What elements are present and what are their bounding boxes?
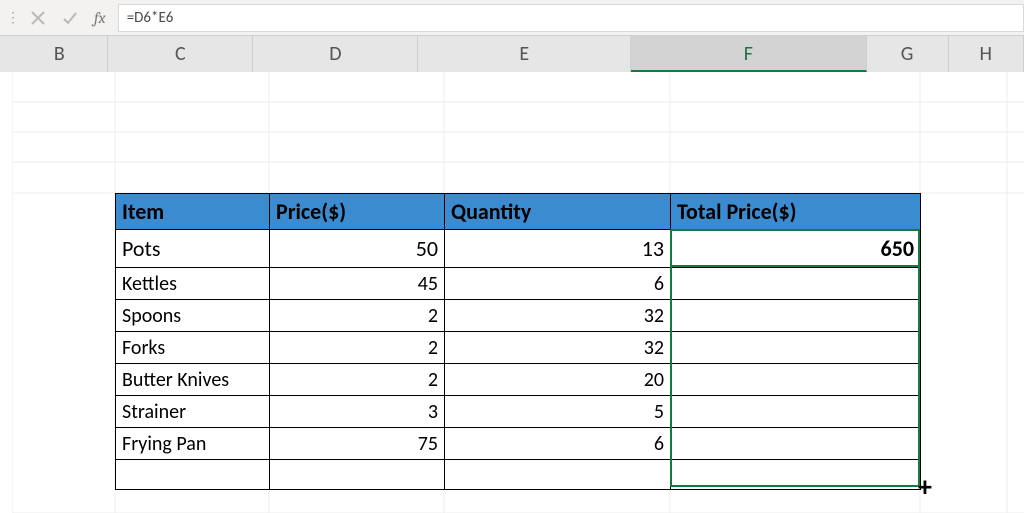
cell-item[interactable] xyxy=(116,460,270,490)
cell-price[interactable]: 50 xyxy=(270,230,445,268)
formula-bar: ⋮ fx =D6*E6 xyxy=(0,0,1024,36)
table-row: Forks 2 32 xyxy=(116,332,921,364)
table-row: Butter Knives 2 20 xyxy=(116,364,921,396)
cell-total[interactable] xyxy=(671,268,921,300)
formula-text: =D6*E6 xyxy=(127,9,174,27)
cell-price[interactable]: 3 xyxy=(270,396,445,428)
table-row: Spoons 2 32 xyxy=(116,300,921,332)
cell-qty[interactable]: 32 xyxy=(445,332,671,364)
cell-qty[interactable] xyxy=(445,460,671,490)
cell-qty[interactable]: 20 xyxy=(445,364,671,396)
table-row: Kettles 45 6 xyxy=(116,268,921,300)
column-header-f[interactable]: F xyxy=(631,36,866,72)
cell-total[interactable] xyxy=(671,332,921,364)
cell-qty[interactable]: 5 xyxy=(445,396,671,428)
check-icon xyxy=(62,10,78,26)
cell-price[interactable] xyxy=(270,460,445,490)
table-row xyxy=(116,460,921,490)
cell-qty[interactable]: 32 xyxy=(445,300,671,332)
data-table: Item Price($) Quantity Total Price($) Po… xyxy=(115,193,921,490)
formula-bar-options-icon[interactable]: ⋮ xyxy=(4,5,22,31)
close-icon xyxy=(30,10,46,26)
header-qty[interactable]: Quantity xyxy=(445,194,671,230)
cell-item[interactable]: Kettles xyxy=(116,268,270,300)
column-headers: B C D E F G H xyxy=(0,36,1024,73)
cell-total[interactable] xyxy=(671,460,921,490)
column-header-g[interactable]: G xyxy=(867,36,949,72)
insert-function-button[interactable]: fx xyxy=(86,9,118,27)
cell-total[interactable] xyxy=(671,300,921,332)
column-header-d[interactable]: D xyxy=(253,36,418,72)
cancel-entry-button[interactable] xyxy=(22,5,54,31)
fx-label: fx xyxy=(94,9,106,27)
row-header-spacer xyxy=(0,36,11,72)
formula-input[interactable]: =D6*E6 xyxy=(118,4,1024,32)
header-item[interactable]: Item xyxy=(116,194,270,230)
header-price[interactable]: Price($) xyxy=(270,194,445,230)
cell-item[interactable]: Spoons xyxy=(116,300,270,332)
cell-item[interactable]: Frying Pan xyxy=(116,428,270,460)
table-header-row: Item Price($) Quantity Total Price($) xyxy=(116,194,921,230)
cell-price[interactable]: 2 xyxy=(270,332,445,364)
cell-qty[interactable]: 13 xyxy=(445,230,671,268)
table-row: Strainer 3 5 xyxy=(116,396,921,428)
table-row: Pots 50 13 650 xyxy=(116,230,921,268)
cell-price[interactable]: 45 xyxy=(270,268,445,300)
cell-qty[interactable]: 6 xyxy=(445,268,671,300)
column-header-e[interactable]: E xyxy=(418,36,631,72)
cell-item[interactable]: Strainer xyxy=(116,396,270,428)
cell-price[interactable]: 2 xyxy=(270,300,445,332)
cell-price[interactable]: 75 xyxy=(270,428,445,460)
table-row: Frying Pan 75 6 xyxy=(116,428,921,460)
column-header-c[interactable]: C xyxy=(108,36,253,72)
column-header-h[interactable]: H xyxy=(949,36,1024,72)
cell-total[interactable] xyxy=(671,396,921,428)
cell-item[interactable]: Butter Knives xyxy=(116,364,270,396)
cell-qty[interactable]: 6 xyxy=(445,428,671,460)
worksheet-grid[interactable]: Item Price($) Quantity Total Price($) Po… xyxy=(0,72,1024,513)
cell-total[interactable] xyxy=(671,428,921,460)
header-total[interactable]: Total Price($) xyxy=(671,194,921,230)
cell-item[interactable]: Forks xyxy=(116,332,270,364)
cell-price[interactable]: 2 xyxy=(270,364,445,396)
column-header-b[interactable]: B xyxy=(11,36,108,72)
cell-total[interactable]: 650 xyxy=(671,230,921,268)
cell-total[interactable] xyxy=(671,364,921,396)
confirm-entry-button[interactable] xyxy=(54,5,86,31)
cell-item[interactable]: Pots xyxy=(116,230,270,268)
